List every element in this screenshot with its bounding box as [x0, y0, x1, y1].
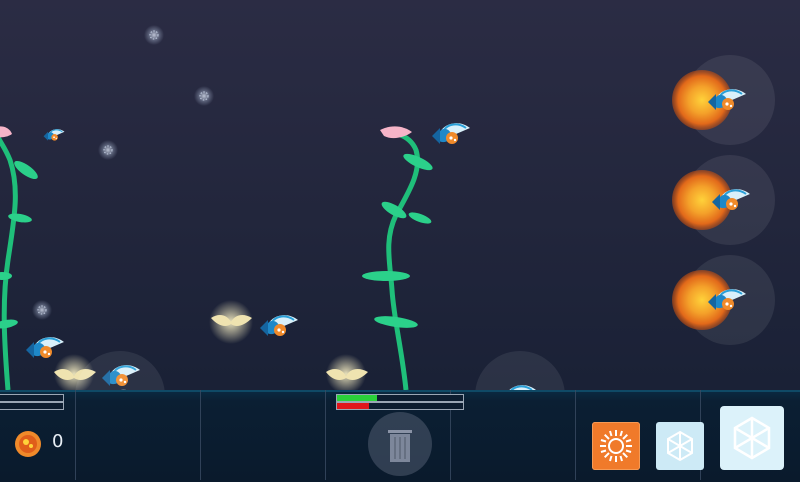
center-vine-health-bar	[336, 394, 464, 402]
coin-icon	[15, 431, 41, 457]
slot-divider	[325, 390, 326, 480]
trash-icon	[388, 430, 412, 462]
sun-power-button[interactable]	[592, 422, 640, 470]
left-vine-damage-bar	[0, 402, 64, 410]
bird-3	[259, 314, 299, 337]
bird-2	[43, 128, 66, 142]
freeze-all-power-button[interactable]	[720, 406, 784, 470]
snowflake-icon	[667, 430, 693, 462]
damage-fill	[337, 403, 369, 409]
spore-2	[193, 85, 215, 107]
slot-divider	[575, 390, 576, 480]
left-vine-health-bar	[0, 394, 64, 402]
trash-button[interactable]	[368, 412, 432, 476]
coin-count: 0	[52, 431, 64, 452]
moth-1	[209, 300, 253, 344]
bird-1	[431, 122, 471, 145]
bird-4	[25, 336, 65, 359]
spore-4	[31, 299, 53, 321]
spore-1	[143, 24, 165, 46]
freeze-power-button[interactable]	[656, 422, 704, 470]
moth-3	[326, 354, 368, 394]
health-fill	[337, 395, 378, 401]
slot-divider	[200, 390, 201, 480]
snowflake-icon	[733, 416, 771, 460]
center-vine-damage-bar	[336, 402, 464, 410]
center-vine	[362, 126, 433, 391]
slot-divider	[75, 390, 76, 480]
spore-3	[97, 139, 119, 161]
sun-icon	[600, 430, 632, 462]
